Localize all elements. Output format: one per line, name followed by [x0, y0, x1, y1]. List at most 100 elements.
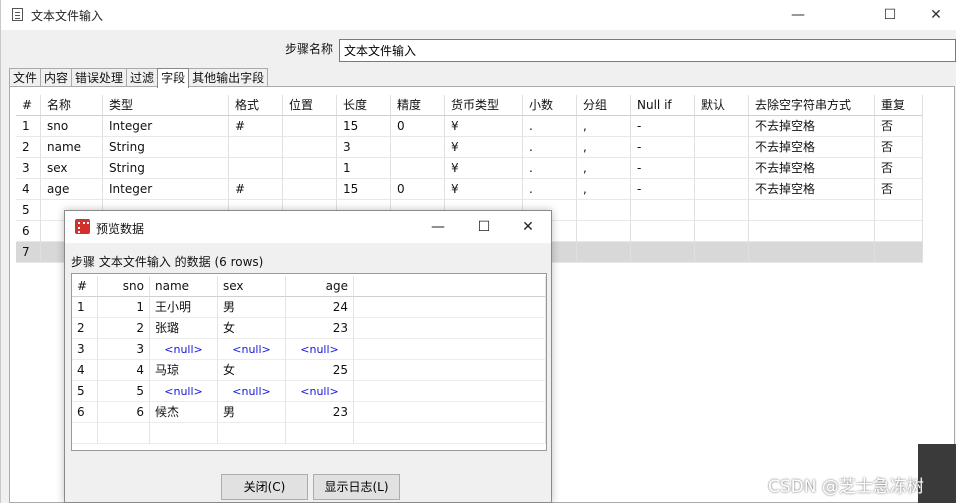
- table-cell[interactable]: 7: [16, 242, 41, 263]
- table-cell[interactable]: [875, 242, 923, 263]
- table-cell[interactable]: [631, 242, 695, 263]
- table-cell[interactable]: -: [631, 137, 695, 158]
- table-cell[interactable]: 3: [337, 137, 391, 158]
- table-cell[interactable]: [749, 242, 875, 263]
- table-cell[interactable]: -: [631, 116, 695, 137]
- table-cell[interactable]: 不去掉空格: [749, 137, 875, 158]
- table-cell[interactable]: [695, 137, 749, 158]
- table-row[interactable]: 2 name String 3 ¥., - 不去掉空格否: [16, 137, 923, 158]
- table-cell[interactable]: [391, 158, 445, 179]
- tab-file[interactable]: 文件: [9, 68, 42, 87]
- table-cell[interactable]: String: [103, 158, 229, 179]
- maximize-button[interactable]: ☐: [867, 0, 913, 30]
- table-cell[interactable]: ,: [577, 179, 631, 200]
- table-cell[interactable]: -: [631, 158, 695, 179]
- table-cell[interactable]: String: [103, 137, 229, 158]
- table-cell[interactable]: [875, 221, 923, 242]
- table-cell[interactable]: [631, 221, 695, 242]
- table-cell[interactable]: 4: [16, 179, 41, 200]
- table-cell[interactable]: ¥: [445, 179, 523, 200]
- table-cell[interactable]: [577, 242, 631, 263]
- table-cell[interactable]: [695, 158, 749, 179]
- table-row[interactable]: 6 6 候杰男 23: [72, 402, 546, 423]
- table-row[interactable]: 3 3 <null> <null> <null>: [72, 339, 546, 360]
- table-row[interactable]: [72, 423, 546, 444]
- table-cell[interactable]: 否: [875, 116, 923, 137]
- close-dialog-button[interactable]: 关闭(C): [221, 474, 308, 500]
- table-cell[interactable]: ¥: [445, 116, 523, 137]
- table-cell[interactable]: [391, 137, 445, 158]
- tab-error-handling[interactable]: 错误处理: [71, 68, 128, 87]
- dialog-minimize-button[interactable]: —: [415, 211, 461, 243]
- table-row[interactable]: 3 sex String 1 ¥., - 不去掉空格否: [16, 158, 923, 179]
- close-button[interactable]: ✕: [913, 0, 956, 30]
- table-cell[interactable]: [283, 158, 337, 179]
- table-cell[interactable]: 6: [16, 221, 41, 242]
- preview-data-grid[interactable]: # sno name sex age 1 1 王小明男 24 2 2 张璐女 23 3 3 <null> <nu…: [71, 273, 547, 451]
- table-cell[interactable]: 1: [337, 158, 391, 179]
- table-cell[interactable]: .: [523, 137, 577, 158]
- table-cell[interactable]: sex: [41, 158, 103, 179]
- tab-other-output-fields[interactable]: 其他输出字段: [188, 68, 269, 87]
- table-cell[interactable]: [577, 221, 631, 242]
- table-row[interactable]: 1 sno Integer #15 0 ¥., - 不去掉空格否: [16, 116, 923, 137]
- table-cell[interactable]: [695, 242, 749, 263]
- tab-content[interactable]: 内容: [40, 68, 73, 87]
- table-cell[interactable]: [749, 200, 875, 221]
- tab-fields[interactable]: 字段: [157, 68, 190, 88]
- table-cell[interactable]: Integer: [103, 116, 229, 137]
- table-cell[interactable]: 0: [391, 179, 445, 200]
- table-cell[interactable]: [283, 137, 337, 158]
- table-cell[interactable]: age: [41, 179, 103, 200]
- table-cell[interactable]: ¥: [445, 137, 523, 158]
- table-cell[interactable]: [631, 200, 695, 221]
- table-cell[interactable]: [749, 221, 875, 242]
- table-cell[interactable]: 不去掉空格: [749, 158, 875, 179]
- table-cell[interactable]: [283, 116, 337, 137]
- table-cell[interactable]: ,: [577, 116, 631, 137]
- step-name-input[interactable]: [339, 39, 956, 62]
- table-row[interactable]: 4 4 马琼女 25: [72, 360, 546, 381]
- table-cell[interactable]: 2: [16, 137, 41, 158]
- table-cell[interactable]: [283, 179, 337, 200]
- table-cell[interactable]: ,: [577, 137, 631, 158]
- table-cell[interactable]: name: [41, 137, 103, 158]
- table-cell[interactable]: [229, 158, 283, 179]
- table-row[interactable]: 2 2 张璐女 23: [72, 318, 546, 339]
- table-cell[interactable]: .: [523, 158, 577, 179]
- dialog-maximize-button[interactable]: ☐: [461, 211, 507, 243]
- table-cell[interactable]: ¥: [445, 158, 523, 179]
- table-row[interactable]: 1 1 王小明男 24: [72, 297, 546, 318]
- table-cell[interactable]: 15: [337, 179, 391, 200]
- table-cell[interactable]: 不去掉空格: [749, 116, 875, 137]
- table-cell[interactable]: [229, 137, 283, 158]
- table-cell[interactable]: sno: [41, 116, 103, 137]
- table-cell[interactable]: [695, 221, 749, 242]
- table-cell[interactable]: .: [523, 179, 577, 200]
- table-cell[interactable]: [577, 200, 631, 221]
- table-cell[interactable]: #: [229, 179, 283, 200]
- table-cell[interactable]: [695, 179, 749, 200]
- table-cell[interactable]: 0: [391, 116, 445, 137]
- table-cell[interactable]: 否: [875, 137, 923, 158]
- table-cell[interactable]: 不去掉空格: [749, 179, 875, 200]
- show-log-button[interactable]: 显示日志(L): [313, 474, 400, 500]
- table-cell[interactable]: [695, 200, 749, 221]
- table-cell[interactable]: #: [229, 116, 283, 137]
- dialog-close-button[interactable]: ✕: [505, 211, 551, 243]
- table-cell[interactable]: 1: [16, 116, 41, 137]
- table-cell[interactable]: [875, 200, 923, 221]
- table-cell[interactable]: -: [631, 179, 695, 200]
- tab-filter[interactable]: 过滤: [126, 68, 159, 87]
- table-cell[interactable]: 5: [16, 200, 41, 221]
- minimize-button[interactable]: —: [775, 0, 821, 30]
- table-cell[interactable]: 否: [875, 158, 923, 179]
- table-cell[interactable]: .: [523, 116, 577, 137]
- table-row[interactable]: 4 age Integer #15 0 ¥., - 不去掉空格否: [16, 179, 923, 200]
- table-cell[interactable]: 否: [875, 179, 923, 200]
- table-cell[interactable]: 3: [16, 158, 41, 179]
- table-cell[interactable]: Integer: [103, 179, 229, 200]
- table-cell[interactable]: 15: [337, 116, 391, 137]
- table-row[interactable]: 5 5 <null> <null> <null>: [72, 381, 546, 402]
- table-cell[interactable]: [695, 116, 749, 137]
